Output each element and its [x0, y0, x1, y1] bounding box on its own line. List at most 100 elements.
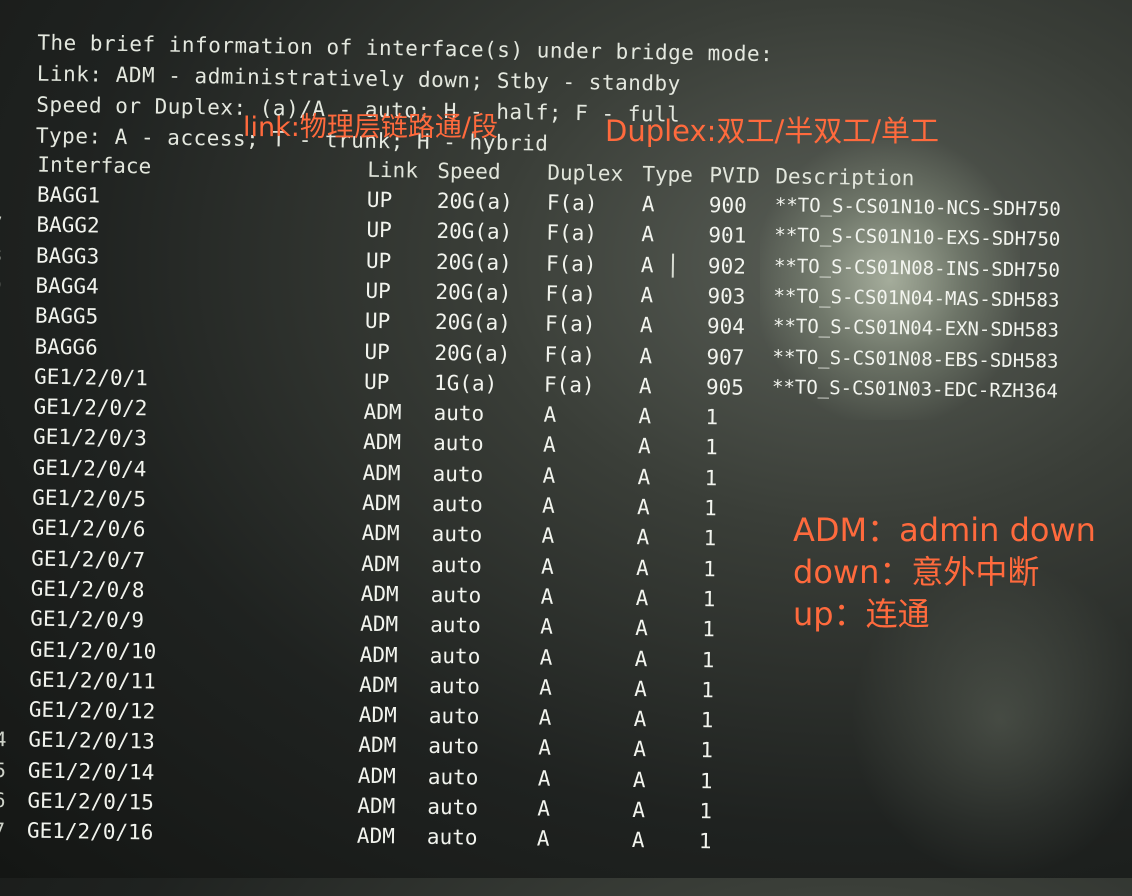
cell-interface: GE1/2/0/1 — [34, 364, 148, 390]
cell-link: UP — [365, 309, 391, 333]
cell-interface: GE1/2/0/3 — [33, 425, 147, 451]
cell-pvid: 1 — [703, 557, 716, 581]
cell-link: UP — [367, 188, 393, 212]
cell-duplex: A — [539, 675, 552, 699]
annotation-down: down：意外中断 — [793, 547, 1039, 593]
cell-pvid: 1 — [699, 829, 712, 853]
row-number: 7 — [0, 212, 3, 236]
cell-speed: auto — [430, 613, 481, 638]
row-number: 0 — [0, 303, 1, 327]
cell-duplex: F(a) — [546, 221, 597, 246]
cell-interface: GE1/2/0/11 — [29, 667, 156, 693]
cell-type: A — [636, 556, 649, 580]
cell-pvid: 902 — [708, 254, 746, 279]
column-header-link: Link — [367, 158, 418, 183]
cell-link: ADM — [361, 582, 399, 607]
cell-interface: GE1/2/0/14 — [28, 758, 155, 784]
cell-speed: auto — [427, 825, 478, 850]
cell-pvid: 1 — [702, 648, 715, 672]
cell-link: ADM — [360, 612, 398, 637]
cell-link: ADM — [362, 460, 400, 485]
row-number: 35 — [0, 757, 6, 781]
cell-link: ADM — [359, 703, 397, 728]
cell-duplex: F(a) — [545, 281, 596, 306]
cell-speed: auto — [433, 431, 484, 456]
cell-type: A — [633, 737, 646, 761]
cell-link: ADM — [357, 794, 395, 819]
cell-duplex: A — [538, 766, 551, 790]
cell-interface: GE1/2/0/8 — [31, 576, 145, 602]
cell-interface: GE1/2/0/4 — [32, 455, 146, 481]
cell-speed: 20G(a) — [436, 249, 512, 274]
cell-speed: 20G(a) — [435, 310, 511, 335]
cell-link: UP — [364, 370, 390, 394]
cell-pvid: 1 — [704, 496, 717, 520]
cell-type: A — [638, 404, 651, 428]
row-number: 36 — [0, 788, 6, 812]
cell-interface: BAGG6 — [34, 334, 98, 359]
cell-duplex: F(a) — [545, 312, 596, 337]
cell-link: ADM — [363, 430, 401, 455]
cell-duplex: F(a) — [544, 342, 595, 367]
cell-description: **TO_S-CS01N04-MAS-SDH583 — [773, 285, 1059, 311]
cell-pvid: 1 — [701, 678, 714, 702]
cell-type: A — [635, 586, 648, 610]
cell-duplex: A — [538, 736, 551, 760]
cell-type: A — [639, 374, 652, 398]
column-header-pvid: PVID — [709, 163, 760, 188]
cell-duplex: F(a) — [547, 191, 598, 216]
cell-link: ADM — [362, 491, 400, 516]
column-header-speed: Speed — [437, 159, 501, 184]
cell-interface: BAGG5 — [35, 304, 99, 329]
cell-speed: 20G(a) — [435, 280, 511, 305]
interface-table: BAGG1UP20G(a)F(a)A900**TO_S-CS01N10-NCS-… — [0, 0, 1132, 18]
cell-duplex: A — [542, 494, 555, 518]
cell-duplex: A — [540, 615, 553, 639]
annotation-up: up：连通 — [793, 589, 930, 635]
cell-type: A — [642, 192, 655, 216]
cell-link: ADM — [361, 551, 399, 576]
cell-speed: auto — [429, 674, 480, 699]
cell-description: **TO_S-CS01N04-EXN-SDH583 — [773, 315, 1059, 341]
cell-speed: auto — [431, 583, 482, 608]
cell-pvid: 1 — [700, 769, 713, 793]
cell-pvid: 1 — [705, 436, 718, 460]
cell-duplex: F(a) — [544, 372, 595, 397]
cell-link: UP — [365, 279, 391, 303]
cell-interface: GE1/2/0/6 — [32, 516, 146, 542]
cell-type: A — [639, 344, 652, 368]
cell-pvid: 900 — [709, 193, 747, 218]
cell-duplex: A — [539, 706, 552, 730]
annotation-adm: ADM：admin down — [793, 505, 1096, 551]
terminal-output: The brief information of interface(s) un… — [0, 0, 1132, 896]
row-number: 1 — [0, 333, 1, 357]
cell-interface: GE1/2/0/13 — [28, 728, 155, 754]
cell-speed: 20G(a) — [437, 189, 513, 214]
cell-pvid: 1 — [705, 405, 718, 429]
cell-pvid: 1 — [699, 799, 712, 823]
cell-type: A — [636, 525, 649, 549]
cell-type: A — [641, 222, 654, 246]
cell-speed: auto — [427, 795, 478, 820]
cell-speed: 1G(a) — [434, 371, 498, 396]
cell-link: ADM — [363, 400, 401, 425]
text-cursor — [672, 254, 678, 278]
cell-interface: BAGG2 — [36, 213, 100, 238]
cell-interface: BAGG1 — [37, 183, 101, 208]
cell-speed: 20G(a) — [436, 219, 512, 244]
cell-type: A — [635, 647, 648, 671]
cell-pvid: 904 — [707, 314, 745, 339]
cell-interface: GE1/2/0/2 — [33, 395, 147, 421]
cell-interface: GE1/2/0/7 — [31, 546, 145, 572]
cell-interface: GE1/2/0/16 — [27, 819, 154, 845]
cell-type: A — [634, 707, 647, 731]
cell-pvid: 1 — [703, 526, 716, 550]
cell-type: A — [637, 465, 650, 489]
cell-pvid: 1 — [702, 617, 715, 641]
cell-duplex: A — [542, 463, 555, 487]
row-number: 34 — [0, 727, 7, 751]
cell-speed: auto — [432, 492, 483, 517]
cell-duplex: A — [543, 433, 556, 457]
row-number: 37 — [0, 818, 5, 842]
cell-pvid: 1 — [700, 738, 713, 762]
